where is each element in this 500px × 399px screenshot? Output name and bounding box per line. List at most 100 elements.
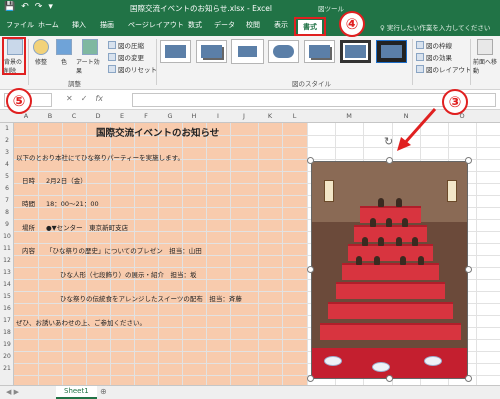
tab-formulas[interactable]: 数式: [188, 20, 202, 30]
row-header[interactable]: 1: [0, 125, 14, 132]
resize-handle[interactable]: [307, 157, 314, 164]
picture-style-4[interactable]: [268, 40, 299, 63]
picture-border-button[interactable]: 図の枠線: [416, 40, 452, 50]
notice-title: 国際交流イベントのお知らせ: [96, 128, 220, 139]
picture-style-5[interactable]: [304, 40, 335, 63]
step-3-marker: ③: [442, 89, 468, 115]
doll: [402, 218, 408, 227]
row-header[interactable]: 11: [0, 245, 14, 252]
row-header[interactable]: 4: [0, 161, 14, 168]
sheet-nav-arrows[interactable]: ◀ ▶: [6, 388, 19, 396]
artistic-effects-button[interactable]: アート効果: [76, 39, 104, 75]
sheet-tab-sheet1[interactable]: Sheet1: [56, 386, 97, 399]
bring-forward-button[interactable]: 前面へ移動: [473, 39, 497, 75]
row-header[interactable]: 18: [0, 329, 14, 336]
sheet-tab-bar: ◀ ▶ Sheet1 ⊕: [0, 385, 500, 399]
doll: [356, 256, 362, 265]
reset-picture-button[interactable]: 図のリセット: [108, 64, 157, 74]
row-header[interactable]: 8: [0, 209, 14, 216]
row-header[interactable]: 6: [0, 185, 14, 192]
doll: [396, 237, 402, 246]
doll: [412, 237, 418, 246]
picture-effects-button[interactable]: 図の効果: [416, 52, 452, 62]
resize-handle[interactable]: [307, 266, 314, 273]
doll: [378, 237, 384, 246]
row-header[interactable]: 21: [0, 365, 14, 372]
row-header[interactable]: 15: [0, 293, 14, 300]
doll: [370, 218, 376, 227]
row-header[interactable]: 20: [0, 353, 14, 360]
row-header[interactable]: 16: [0, 305, 14, 312]
doll: [418, 256, 424, 265]
row-header[interactable]: 2: [0, 137, 14, 144]
column-header[interactable]: G: [158, 112, 182, 120]
hina-doll-picture[interactable]: [311, 161, 468, 379]
picture-layout-button[interactable]: 図のレイアウト: [416, 64, 472, 74]
row-header[interactable]: 3: [0, 149, 14, 156]
time-label: 時間: [22, 200, 35, 208]
row-header[interactable]: 10: [0, 233, 14, 240]
add-sheet-icon[interactable]: ⊕: [100, 387, 107, 396]
resize-handle[interactable]: [465, 375, 472, 382]
compress-pictures-button[interactable]: 図の圧縮: [108, 40, 144, 50]
picture-style-2[interactable]: [196, 40, 227, 63]
tab-home[interactable]: ホーム: [38, 20, 59, 30]
time-value: 18：00～21：00: [46, 200, 99, 208]
row-header[interactable]: 12: [0, 257, 14, 264]
resize-handle[interactable]: [465, 157, 472, 164]
tab-data[interactable]: データ: [214, 20, 235, 30]
picture-effects-icon: [416, 53, 424, 61]
column-header[interactable]: D: [86, 112, 110, 120]
redo-icon[interactable]: ↷: [35, 2, 43, 12]
cancel-icon[interactable]: ✕: [66, 94, 73, 103]
column-header[interactable]: E: [110, 112, 134, 120]
column-header[interactable]: L: [282, 112, 307, 120]
column-header[interactable]: F: [134, 112, 158, 120]
date-value: 2月2日（金）: [46, 177, 87, 185]
column-header[interactable]: M: [335, 112, 363, 120]
picture-style-7[interactable]: [376, 40, 407, 63]
corrections-button[interactable]: 修整: [32, 39, 50, 66]
resize-handle[interactable]: [386, 157, 393, 164]
fx-icon[interactable]: fx: [95, 94, 103, 103]
row-header[interactable]: 5: [0, 173, 14, 180]
undo-icon[interactable]: ↶: [21, 2, 29, 12]
picture-style-6[interactable]: [340, 40, 371, 63]
picture-border-icon: [416, 41, 424, 49]
row-header[interactable]: 17: [0, 317, 14, 324]
picture-style-3[interactable]: [232, 40, 263, 63]
tier-7: [320, 323, 461, 340]
tell-me-search[interactable]: ♀ 実行したい作業を入力してください: [380, 22, 490, 32]
row-header[interactable]: 7: [0, 197, 14, 204]
column-header[interactable]: B: [38, 112, 62, 120]
picture-style-1[interactable]: [160, 40, 191, 63]
qat-dropdown-icon[interactable]: ▾: [48, 2, 53, 12]
row-headers: 1 2 3 4 5 6 7 8 9 10 11 12 13 14 15 16 1…: [0, 123, 14, 385]
row-header[interactable]: 14: [0, 281, 14, 288]
resize-handle[interactable]: [465, 266, 472, 273]
row-header[interactable]: 13: [0, 269, 14, 276]
resize-handle[interactable]: [386, 375, 393, 382]
column-header[interactable]: I: [206, 112, 230, 120]
column-header[interactable]: C: [62, 112, 86, 120]
tab-view[interactable]: 表示: [274, 20, 288, 30]
tab-insert[interactable]: 挿入: [72, 20, 86, 30]
color-button[interactable]: 色: [56, 39, 72, 66]
tab-review[interactable]: 校閲: [246, 20, 260, 30]
lantern-left: [324, 180, 334, 202]
column-header[interactable]: H: [182, 112, 206, 120]
column-header[interactable]: J: [230, 112, 258, 120]
picture-layout-icon: [416, 65, 424, 73]
tab-draw[interactable]: 描画: [100, 20, 114, 30]
save-icon[interactable]: 💾: [4, 2, 15, 12]
column-header[interactable]: K: [258, 112, 282, 120]
row-header[interactable]: 9: [0, 221, 14, 228]
rotate-handle-icon[interactable]: ↻: [384, 135, 393, 148]
enter-icon[interactable]: ✓: [81, 94, 88, 103]
tab-file[interactable]: ファイル: [6, 20, 34, 30]
change-picture-button[interactable]: 図の変更: [108, 52, 144, 62]
resize-handle[interactable]: [307, 375, 314, 382]
tab-page-layout[interactable]: ページレイアウト: [128, 20, 184, 30]
doll: [378, 198, 384, 207]
row-header[interactable]: 19: [0, 341, 14, 348]
